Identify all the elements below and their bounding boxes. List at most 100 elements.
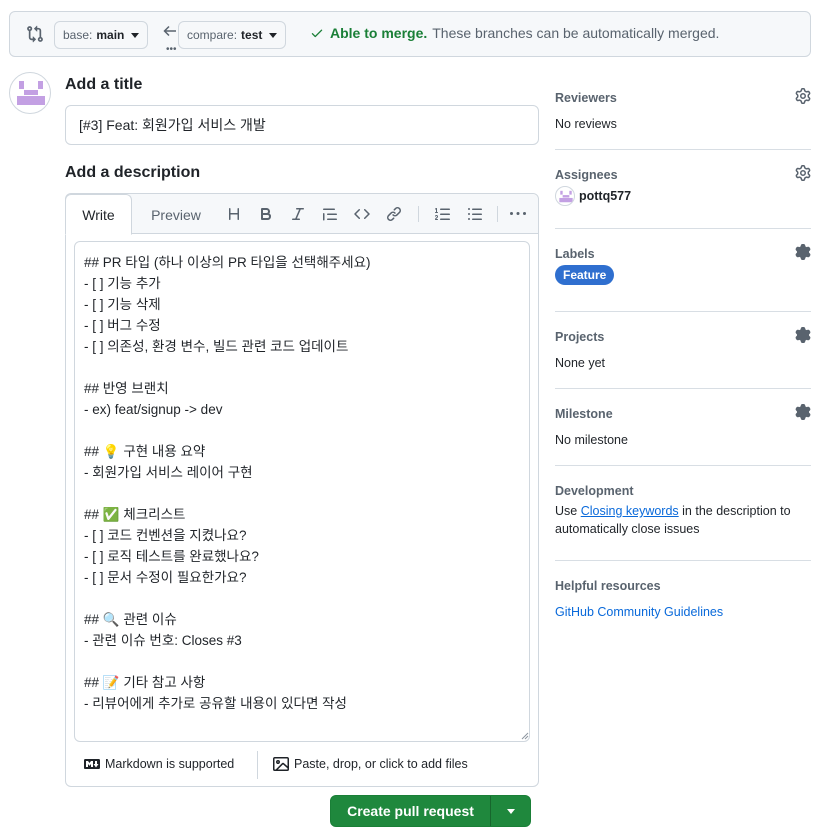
feature-label[interactable]: Feature — [555, 265, 615, 285]
base-branch-name: main — [96, 28, 125, 42]
milestone-value: No milestone — [555, 433, 628, 447]
identicon-icon — [559, 190, 573, 203]
labels-title: Labels — [555, 247, 595, 261]
reviewers-value: No reviews — [555, 117, 617, 131]
attach-files[interactable]: Paste, drop, or click to add files — [273, 756, 468, 772]
projects-title: Projects — [555, 330, 605, 344]
title-heading: Add a title — [65, 76, 143, 93]
toolbar-divider — [418, 206, 419, 222]
description-heading: Add a description — [65, 164, 201, 181]
editor-footer: Markdown is supported Paste, drop, or cl… — [74, 750, 530, 780]
merge-status: Able to merge. These branches can be aut… — [310, 25, 719, 41]
resize-handle-icon[interactable] — [521, 732, 529, 740]
gear-icon[interactable] — [795, 244, 811, 260]
assignee-item[interactable]: pottq577 — [555, 186, 631, 206]
chevron-down-icon — [506, 808, 515, 814]
description-line: ## 🔍 관련 이슈 — [84, 612, 177, 627]
bold-icon[interactable] — [256, 204, 276, 224]
avatar[interactable] — [9, 72, 51, 114]
description-line: - 리뷰어에게 추가로 공유할 내용이 있다면 작성 — [84, 696, 347, 711]
description-line — [84, 651, 520, 672]
assignee-name: pottq577 — [579, 189, 632, 203]
description-line: - ex) feat/signup -> dev — [84, 402, 223, 417]
arrow-left-icon — [163, 25, 176, 37]
compare-bar: base: main ••• compare: test Able to mer… — [9, 11, 811, 57]
unordered-list-icon[interactable] — [465, 204, 485, 224]
description-line: - [ ] 로직 테스트를 완료했나요? — [84, 549, 259, 564]
sidebar-divider — [555, 560, 811, 561]
description-line: ## 반영 브랜치 — [84, 381, 169, 396]
create-options-dropdown[interactable] — [491, 808, 530, 814]
more-icon[interactable] — [508, 204, 528, 224]
compare-prefix: compare: — [187, 28, 238, 42]
development-title: Development — [555, 484, 634, 498]
heading-icon[interactable] — [224, 204, 244, 224]
helpful-resources-title: Helpful resources — [555, 579, 661, 593]
sidebar-divider — [555, 149, 811, 150]
ordered-list-icon[interactable] — [433, 204, 453, 224]
tab-preview[interactable]: Preview — [142, 194, 210, 235]
description-line: ## PR 타입 (하나 이상의 PR 타입을 선택해주세요) — [84, 255, 371, 270]
merge-ok-text: Able to merge. — [330, 25, 428, 41]
merge-detail-text: These branches can be automatically merg… — [432, 25, 720, 41]
description-line: - 회원가입 서비스 레이어 구현 — [84, 465, 253, 480]
development-text: Use Closing keywords in the description … — [555, 502, 811, 538]
description-line — [84, 420, 520, 441]
create-pull-request-label: Create pull request — [347, 803, 474, 819]
description-line — [84, 357, 520, 378]
community-guidelines-link[interactable]: GitHub Community Guidelines — [555, 605, 723, 619]
image-icon — [273, 757, 289, 771]
description-line: - [ ] 문서 수정이 필요한가요? — [84, 570, 247, 585]
ellipsis-icon: ••• — [166, 44, 177, 55]
description-line: - [ ] 버그 수정 — [84, 318, 161, 333]
footer-divider — [257, 751, 258, 779]
development-text-before: Use — [555, 504, 581, 518]
title-input[interactable] — [65, 105, 539, 145]
identicon-icon — [17, 81, 45, 105]
description-line — [84, 588, 520, 609]
compare-branch-name: test — [241, 28, 263, 42]
sidebar-divider — [555, 388, 811, 389]
sidebar-divider — [555, 465, 811, 466]
check-icon — [311, 29, 323, 38]
closing-keywords-link[interactable]: Closing keywords — [581, 504, 679, 518]
description-line: - [ ] 의존성, 환경 변수, 빌드 관련 코드 업데이트 — [84, 339, 349, 354]
base-branch-select[interactable]: base: main — [54, 21, 149, 49]
quote-icon[interactable] — [320, 204, 340, 224]
reviewers-title: Reviewers — [555, 91, 617, 105]
link-icon[interactable] — [384, 204, 404, 224]
editor-toolbar: Write Preview — [65, 194, 538, 235]
assignees-title: Assignees — [555, 168, 618, 182]
description-line: - [ ] 코드 컨벤션을 지켰나요? — [84, 528, 247, 543]
description-line: ## 📝 기타 참고 사항 — [84, 675, 206, 690]
projects-value: None yet — [555, 356, 606, 370]
markdown-icon — [84, 759, 100, 769]
gear-icon[interactable] — [795, 88, 811, 104]
markdown-note[interactable]: Markdown is supported — [84, 756, 234, 772]
create-pull-request-button[interactable]: Create pull request — [330, 795, 531, 827]
assignee-avatar — [555, 186, 575, 206]
toolbar-divider — [497, 206, 498, 222]
description-line: ## ✅ 체크리스트 — [84, 507, 186, 522]
compare-branch-select[interactable]: compare: test — [178, 21, 287, 49]
description-textarea[interactable]: ## PR 타입 (하나 이상의 PR 타입을 선택해주세요) - [ ] 기능 … — [74, 241, 530, 742]
sidebar-divider — [555, 228, 811, 229]
italic-icon[interactable] — [288, 204, 308, 224]
description-line: - 관련 이슈 번호: Closes #3 — [84, 633, 242, 648]
description-line: ## 💡 구현 내용 요약 — [84, 444, 206, 459]
git-compare-icon — [27, 25, 43, 43]
description-line: - [ ] 기능 삭제 — [84, 297, 161, 312]
description-line — [84, 483, 520, 504]
base-prefix: base: — [63, 28, 93, 42]
gear-icon[interactable] — [795, 165, 811, 181]
code-icon[interactable] — [352, 204, 372, 224]
gear-icon[interactable] — [795, 404, 811, 420]
attach-note-text: Paste, drop, or click to add files — [294, 757, 468, 771]
tab-write[interactable]: Write — [65, 194, 132, 235]
gear-icon[interactable] — [795, 327, 811, 343]
chevron-down-icon — [269, 32, 278, 38]
sidebar-divider — [555, 311, 811, 312]
milestone-title: Milestone — [555, 407, 613, 421]
description-editor: Write Preview ## PR 타입 (하나 이상의 PR 타입을 선택… — [65, 193, 539, 787]
chevron-down-icon — [131, 32, 140, 38]
